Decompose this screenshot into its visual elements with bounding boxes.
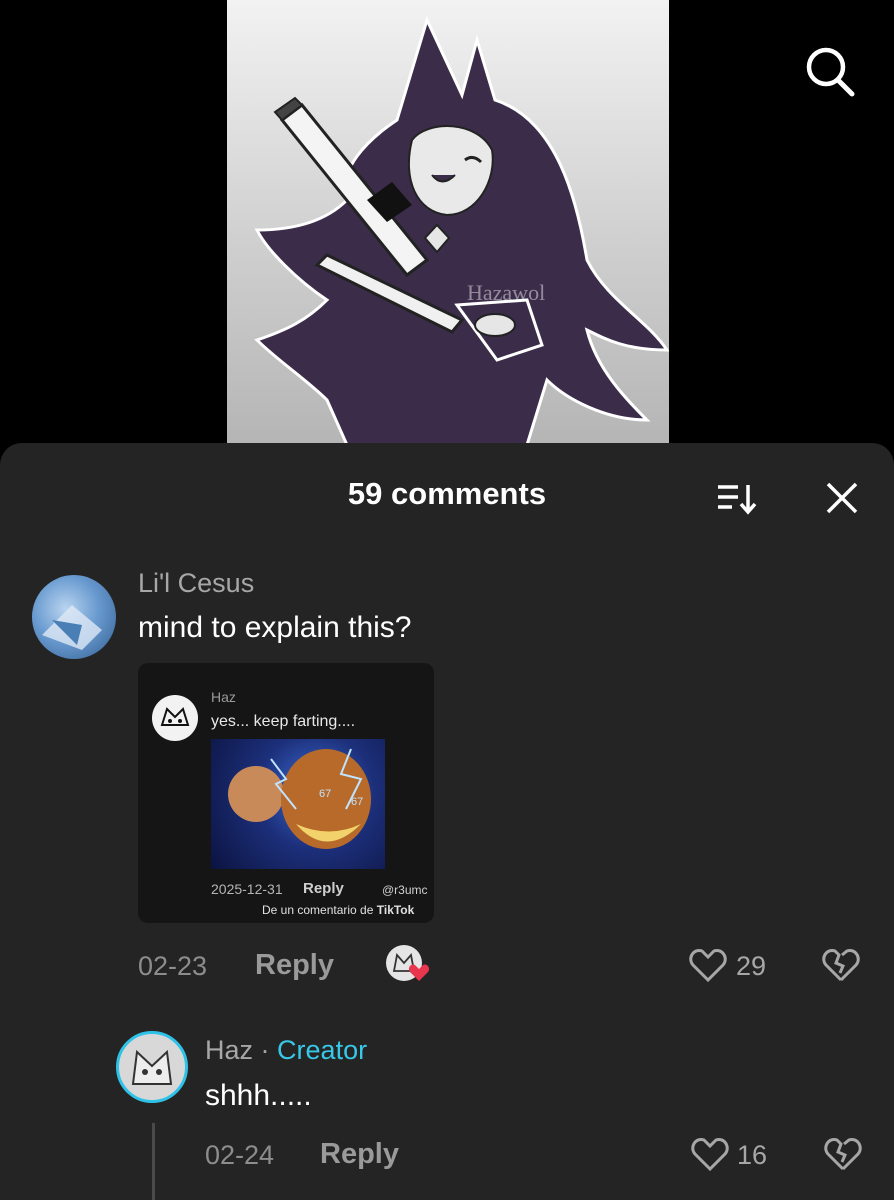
sort-button[interactable] xyxy=(712,479,760,519)
embed-meme-image: 67 67 xyxy=(211,739,385,869)
avatar-image xyxy=(42,605,102,650)
like-heart-icon[interactable] xyxy=(690,1136,730,1172)
embed-date: 2025-12-31 xyxy=(211,881,283,897)
creator-badge: Creator xyxy=(277,1035,368,1065)
dislike-icon[interactable] xyxy=(820,947,862,983)
reply-username[interactable]: Haz · Creator xyxy=(205,1035,367,1066)
svg-text:Hazawol: Hazawol xyxy=(467,280,545,305)
like-count: 29 xyxy=(736,951,767,981)
svg-text:67: 67 xyxy=(319,788,331,800)
reply-date: 02-24 xyxy=(205,1140,275,1170)
embed-handle: @r3umc xyxy=(382,883,428,897)
reply-text: shhh..... xyxy=(205,1079,312,1112)
search-icon xyxy=(806,47,855,97)
reply-button[interactable]: Reply xyxy=(320,1138,399,1171)
sort-icon xyxy=(718,485,757,515)
comments-sheet: 59 comments Li'l Cesus mind to explain t… xyxy=(0,443,894,1200)
tiktok-logo: TikTok xyxy=(376,903,415,917)
embed-source: De un comentario de TikTok xyxy=(262,903,415,917)
reply-thread-line xyxy=(152,1123,155,1200)
embed-avatar xyxy=(152,695,198,741)
embed-username: Haz xyxy=(211,689,236,705)
comment-text: mind to explain this? xyxy=(138,611,412,644)
comment-username[interactable]: Li'l Cesus xyxy=(138,568,254,599)
creator-avatar[interactable] xyxy=(116,1031,188,1103)
embedded-comment-image[interactable]: Haz yes... keep farting.... 67 67 2025-1… xyxy=(138,663,434,923)
heart-badge-icon xyxy=(408,964,430,981)
close-icon xyxy=(826,482,858,514)
embed-text: yes... keep farting.... xyxy=(211,713,356,730)
video-artwork: Hazawol xyxy=(254,15,669,445)
comment-date: 02-23 xyxy=(138,951,208,981)
like-count: 16 xyxy=(737,1140,768,1170)
close-button[interactable] xyxy=(820,479,864,519)
avatar[interactable] xyxy=(32,575,116,659)
dislike-icon[interactable] xyxy=(822,1136,864,1172)
video-area[interactable]: Hazawol xyxy=(0,0,894,445)
like-heart-icon[interactable] xyxy=(688,947,728,983)
embed-reply-label: Reply xyxy=(303,880,344,897)
search-button[interactable] xyxy=(800,42,860,102)
reply-button[interactable]: Reply xyxy=(255,949,334,982)
video-frame[interactable]: Hazawol xyxy=(227,0,669,445)
svg-text:67: 67 xyxy=(351,796,363,808)
